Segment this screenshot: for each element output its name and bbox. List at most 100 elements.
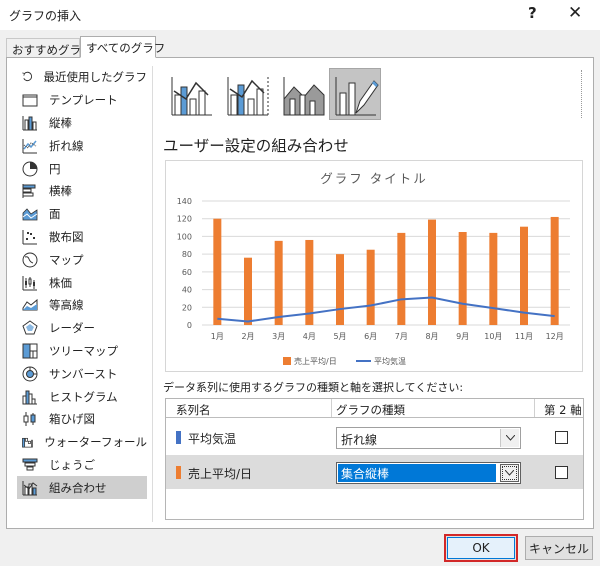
header-chart-type: グラフの種類: [336, 403, 405, 417]
combo-chart-icon: [22, 480, 38, 496]
series-row[interactable]: 平均気温 折れ線: [166, 420, 583, 454]
chevron-down-icon[interactable]: [500, 429, 519, 447]
sidebar-item-label: 株価: [49, 275, 72, 290]
header-series-name: 系列名: [176, 403, 211, 417]
bar: [550, 216, 559, 325]
help-button[interactable]: ?: [528, 4, 537, 22]
sidebar-item[interactable]: 等高線: [17, 294, 147, 317]
series-line: [217, 296, 555, 323]
bar: [213, 218, 222, 325]
sidebar-item[interactable]: 円: [17, 157, 147, 180]
sidebar-item-label: 折れ線: [49, 138, 84, 153]
secondary-axis-checkbox[interactable]: [555, 431, 568, 444]
waterfall-icon: [22, 438, 33, 448]
surface-chart-icon: [22, 299, 38, 311]
tab-recommended-charts[interactable]: おすすめグラフ: [6, 38, 93, 58]
ok-button[interactable]: OK: [444, 534, 518, 562]
column-line-secondary-axis-icon: [227, 77, 269, 116]
sidebar-item-label: 散布図: [49, 229, 84, 244]
x-tick-label: 7月: [395, 332, 408, 341]
variant-custom-combination[interactable]: [329, 68, 381, 120]
variant-stacked-area-column[interactable]: [277, 68, 329, 120]
sidebar-item[interactable]: レーダー: [17, 317, 147, 340]
y-tick-label: 100: [177, 232, 192, 241]
sidebar-item[interactable]: 面: [17, 203, 147, 226]
x-tick-label: 1月: [211, 332, 224, 341]
y-tick-label: 120: [177, 215, 192, 224]
y-tick-label: 40: [182, 286, 192, 295]
funnel-icon: [22, 458, 38, 471]
scatter-chart-icon: [22, 229, 37, 245]
line-chart-icon: [22, 138, 37, 154]
sidebar-item-label: ツリーマップ: [49, 343, 118, 358]
sidebar-item[interactable]: 最近使用したグラフ: [17, 66, 147, 89]
sidebar-item[interactable]: 株価: [17, 271, 147, 294]
ok-button-label: OK: [447, 537, 515, 559]
y-tick-label: 80: [182, 250, 192, 259]
sidebar-item[interactable]: 横棒: [17, 180, 147, 203]
series-row[interactable]: 売上平均/日 集合縦棒: [166, 455, 583, 489]
treemap-icon: [22, 343, 38, 359]
bar: [366, 249, 375, 325]
map-chart-icon: [22, 252, 38, 268]
secondary-axis-checkbox[interactable]: [555, 466, 568, 479]
sidebar-item[interactable]: マップ: [17, 248, 147, 271]
stacked-area-column-icon: [283, 77, 325, 116]
sidebar-item[interactable]: 組み合わせ: [17, 476, 147, 500]
x-tick-label: 8月: [425, 332, 438, 341]
sidebar-item[interactable]: じょうご: [17, 454, 147, 477]
sidebar-item-label: マップ: [49, 252, 84, 267]
legend-label: 平均気温: [374, 356, 406, 366]
recent-icon: [22, 72, 33, 82]
sidebar-item[interactable]: サンバースト: [17, 362, 147, 385]
pie-chart-icon: [22, 161, 38, 177]
bar: [489, 232, 498, 325]
close-button[interactable]: ✕: [568, 3, 582, 23]
chart-type-dropdown[interactable]: 集合縦棒: [336, 462, 521, 484]
column-chart-icon: [22, 115, 37, 131]
radar-chart-icon: [22, 320, 38, 335]
chart-type-dropdown[interactable]: 折れ線: [336, 427, 521, 449]
legend-label: 売上平均/日: [294, 356, 337, 366]
x-tick-label: 6月: [364, 332, 377, 341]
variant-clustered-column-line[interactable]: [165, 68, 217, 120]
sidebar-item-label: ウォーターフォール: [44, 435, 147, 450]
sidebar-item[interactable]: ヒストグラム: [17, 385, 147, 408]
chart-title: グラフ タイトル: [320, 171, 427, 186]
cancel-button[interactable]: キャンセル: [525, 536, 593, 560]
tab-all-charts[interactable]: すべてのグラフ: [80, 36, 165, 58]
chart-category-list: 最近使用したグラフテンプレート 縦棒折れ線円横棒面散布図マップ株価等高線レーダーツ…: [17, 66, 147, 500]
stock-chart-icon: [22, 275, 37, 291]
series-name: 平均気温: [188, 432, 237, 446]
sidebar-item[interactable]: 折れ線: [17, 134, 147, 157]
sidebar-item[interactable]: 散布図: [17, 226, 147, 249]
histogram-icon: [22, 390, 37, 405]
bar: [244, 257, 252, 325]
sidebar-item-label: 等高線: [49, 298, 84, 313]
series-caption: データ系列に使用するグラフの種類と軸を選択してください:: [163, 381, 464, 394]
y-tick-label: 20: [182, 303, 192, 312]
sidebar-item-label: レーダー: [49, 321, 95, 336]
clustered-column-line-icon: [171, 77, 212, 116]
x-tick-label: 9月: [456, 332, 469, 341]
x-tick-label: 5月: [333, 332, 346, 341]
sidebar-item[interactable]: 縦棒: [17, 112, 147, 135]
sunburst-icon: [22, 366, 38, 382]
sidebar-item[interactable]: ウォーターフォール: [17, 431, 147, 454]
series-color-swatch: [176, 431, 181, 444]
sidebar-item-label: 縦棒: [49, 115, 72, 130]
box-whisker-icon: [23, 412, 36, 427]
chevron-down-icon[interactable]: [500, 464, 519, 482]
sidebar-item[interactable]: ツリーマップ: [17, 340, 147, 363]
sidebar-item-label: ヒストグラム: [49, 389, 118, 404]
sidebar-item[interactable]: 箱ひげ図: [17, 408, 147, 431]
x-tick-label: 12月: [546, 332, 564, 341]
sidebar-item-label: 円: [49, 161, 61, 176]
variant-column-line-secondary-axis[interactable]: [221, 68, 273, 120]
chart-svg: グラフ タイトル 0 20 40 60 80 100 120 140 1月 2月 3月 4月 5月 6月 7月…: [177, 171, 570, 366]
bar: [428, 219, 436, 325]
sidebar-item[interactable]: テンプレート: [17, 89, 147, 112]
sidebar-item-label: じょうご: [49, 457, 95, 472]
sidebar-item-label: テンプレート: [49, 93, 118, 108]
y-tick-label: 60: [182, 268, 192, 277]
